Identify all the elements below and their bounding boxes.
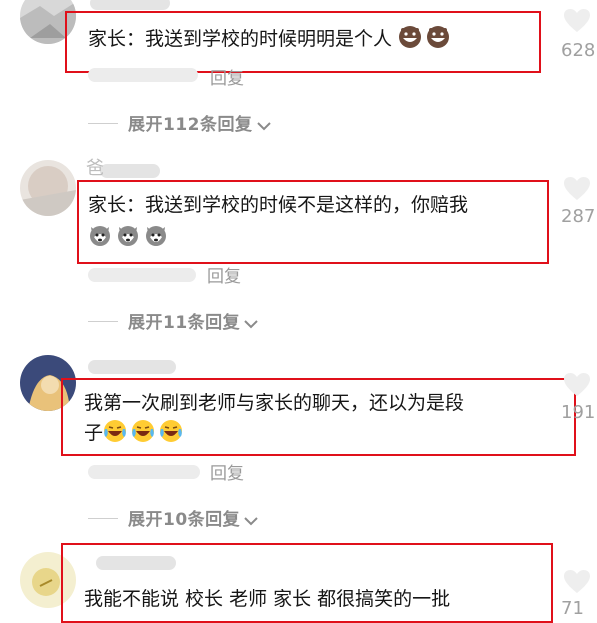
avatar[interactable] (20, 160, 76, 216)
comment-text: 家长：我送到学校的时候明明是个人 (88, 24, 454, 54)
laugh-cry-emoji-icon (159, 419, 183, 443)
like-count: 287 (561, 206, 596, 227)
reply-button[interactable]: 回复 (207, 262, 241, 287)
like-count: 628 (561, 40, 596, 61)
comment-text: 我第一次刷到老师与家长的聊天，还以为是段 (84, 388, 464, 418)
username-blurred[interactable] (90, 0, 170, 10)
expand-replies-button[interactable]: 展开10条回复 (88, 505, 258, 531)
comment-emoji-line (88, 222, 172, 252)
username-fragment: 爸 (86, 158, 104, 179)
chevron-down-icon (256, 116, 271, 136)
chevron-down-icon (244, 511, 258, 531)
laugh-cry-emoji-icon (103, 419, 127, 443)
comment-text-continued: 子 (84, 418, 187, 448)
husky-dog-emoji-icon (116, 223, 140, 247)
laugh-cry-emoji-icon (131, 419, 155, 443)
grin-blush-emoji-icon (426, 25, 450, 49)
comment-text-line2: 子 (84, 422, 104, 444)
like-count: 71 (561, 598, 584, 619)
husky-dog-emoji-icon (88, 223, 112, 247)
grin-blush-emoji-icon (398, 25, 422, 49)
divider-line (88, 518, 118, 519)
comment-text: 家长：我送到学校的时候不是这样的，你赔我 (88, 190, 468, 220)
comment-text-content: 家长：我送到学校的时候明明是个人 (88, 28, 393, 50)
like-heart-icon[interactable] (563, 8, 591, 38)
divider-line (88, 321, 118, 322)
like-count: 191 (561, 402, 596, 423)
divider-line (88, 123, 118, 124)
timestamp-blurred (88, 465, 200, 479)
expand-replies-label: 展开112条回复 (128, 115, 253, 135)
chevron-down-icon (244, 314, 258, 334)
comment-text-line1: 我第一次刷到老师与家长的聊天，还以为是段 (84, 392, 465, 414)
like-heart-icon[interactable] (563, 372, 591, 402)
reply-button[interactable]: 回复 (210, 459, 244, 484)
expand-replies-label: 展开10条回复 (128, 510, 241, 530)
timestamp-blurred (88, 268, 196, 282)
like-heart-icon[interactable] (563, 176, 591, 206)
username-blurred[interactable] (100, 164, 160, 178)
expand-replies-label: 展开11条回复 (128, 313, 241, 333)
timestamp-blurred (88, 68, 198, 82)
expand-replies-button[interactable]: 展开112条回复 (88, 110, 271, 136)
reply-button[interactable]: 回复 (210, 64, 244, 89)
husky-dog-emoji-icon (144, 223, 168, 247)
comment-text-content: 家长：我送到学校的时候不是这样的，你赔我 (88, 194, 469, 216)
expand-replies-button[interactable]: 展开11条回复 (88, 308, 258, 334)
like-heart-icon[interactable] (563, 569, 591, 599)
comment-text-content: 我能不能说 校长 老师 家长 都很搞笑的一批 (84, 588, 451, 610)
username-blurred[interactable] (88, 360, 176, 374)
